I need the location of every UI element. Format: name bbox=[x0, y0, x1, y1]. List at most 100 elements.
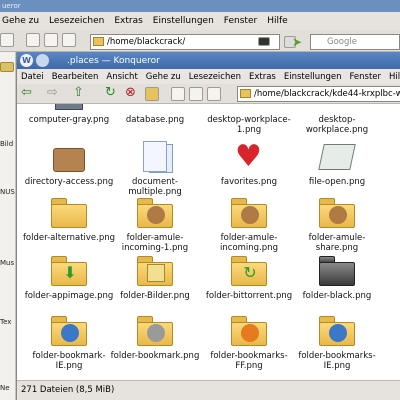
file-item[interactable]: folder-alternative.png bbox=[21, 196, 117, 243]
bg-menubar: Gehe zu Lesezeichen Extras Einstellungen… bbox=[0, 12, 400, 30]
menu-help[interactable]: Hilfe bbox=[389, 72, 400, 82]
file-item[interactable]: database.png bbox=[107, 104, 203, 125]
file-item[interactable]: directory-access.png bbox=[21, 140, 117, 187]
bg-side-label: NUS bbox=[0, 188, 15, 196]
heart-icon: ♥ bbox=[235, 139, 262, 174]
file-item[interactable]: ♥ favorites.png bbox=[201, 139, 297, 188]
folder-bookmarks-ff-icon bbox=[229, 314, 269, 348]
clear-address-icon[interactable] bbox=[258, 37, 270, 46]
fg-toolbar: ⇦ ⇨ ⇧ ↻ ⊗ /home/blackcrack/kde44-krxplbc… bbox=[17, 84, 400, 104]
view-tree-icon[interactable] bbox=[207, 87, 221, 101]
bg-search-field[interactable]: Google bbox=[310, 34, 400, 50]
file-item[interactable]: document-multiple.png bbox=[107, 140, 203, 197]
status-bar: 271 Dateien (8,5 MiB) bbox=[17, 380, 400, 400]
file-label: directory-access.png bbox=[24, 177, 114, 187]
file-item[interactable]: folder-bookmarks-FF.png bbox=[201, 314, 297, 371]
file-item[interactable]: folder-bookmarks-IE.png bbox=[289, 314, 385, 371]
file-label: computer-gray.png bbox=[28, 115, 110, 125]
file-item[interactable]: folder-amule-incoming-1.png bbox=[107, 196, 203, 253]
computer-icon bbox=[49, 104, 89, 112]
file-item[interactable]: folder-bookmark-IE.png bbox=[21, 314, 117, 371]
file-item[interactable]: ↻ folder-bittorrent.png bbox=[201, 254, 297, 301]
sidebar-folder-icon[interactable] bbox=[0, 62, 14, 72]
file-item[interactable]: folder-Bilder.png bbox=[107, 254, 203, 301]
file-item[interactable]: ⬇ folder-appimage.png bbox=[21, 254, 117, 301]
bg-menu-settings[interactable]: Einstellungen bbox=[153, 16, 214, 26]
file-item[interactable]: computer-gray.png bbox=[21, 104, 117, 125]
file-label: folder-bookmark-IE.png bbox=[32, 351, 106, 371]
folder-bittorrent-icon: ↻ bbox=[229, 254, 269, 288]
menu-bookmarks[interactable]: Lesezeichen bbox=[189, 72, 241, 82]
reload-icon[interactable]: ↻ bbox=[105, 85, 116, 100]
menu-tools[interactable]: Extras bbox=[249, 72, 276, 82]
file-label: folder-alternative.png bbox=[22, 233, 116, 243]
bg-menu-help[interactable]: Hilfe bbox=[267, 16, 287, 26]
file-label: folder-Bilder.png bbox=[120, 291, 190, 301]
menu-window[interactable]: Fenster bbox=[349, 72, 381, 82]
bg-view-icon[interactable] bbox=[0, 33, 14, 47]
menu-settings[interactable]: Einstellungen bbox=[284, 72, 342, 82]
menu-edit[interactable]: Bearbeiten bbox=[52, 72, 99, 82]
bg-menu-tools[interactable]: Extras bbox=[114, 16, 142, 26]
bg-address-text: /home/blackcrack/ bbox=[107, 37, 186, 47]
address-field[interactable]: /home/blackcrack/kde44-krxplbc-w bbox=[237, 86, 400, 102]
file-label: folder-amule-share.png bbox=[308, 233, 366, 253]
bg-menu-window[interactable]: Fenster bbox=[224, 16, 257, 26]
window-title: .places — Konqueror bbox=[67, 55, 160, 66]
file-label: folder-bittorrent.png bbox=[205, 291, 293, 301]
fg-menubar: Datei Bearbeiten Ansicht Gehe zu Lesezei… bbox=[17, 69, 400, 84]
foreground-window: W .places — Konqueror Datei Bearbeiten A… bbox=[16, 52, 400, 400]
file-label: folder-amule-incoming.png bbox=[220, 233, 278, 253]
file-label: database.png bbox=[125, 115, 185, 125]
bg-address-field[interactable]: /home/blackcrack/ bbox=[90, 34, 280, 50]
menu-view[interactable]: Ansicht bbox=[106, 72, 137, 82]
menu-goto[interactable]: Gehe zu bbox=[146, 72, 181, 82]
bg-side-label: Bild bbox=[0, 140, 14, 148]
folder-icon bbox=[240, 89, 251, 98]
search-placeholder: Google bbox=[327, 37, 357, 47]
file-label: document-multiple.png bbox=[128, 177, 182, 197]
bg-view-detail-icon[interactable] bbox=[44, 33, 58, 47]
file-label: desktop-workplace.png bbox=[305, 115, 369, 135]
go-arrow-icon[interactable]: ➤ bbox=[292, 35, 302, 49]
folder-amule-icon bbox=[317, 196, 357, 230]
file-item[interactable]: folder-bookmark.png bbox=[107, 314, 203, 361]
bg-toolbar: /home/blackcrack/ ➤ Google bbox=[0, 30, 400, 52]
view-detail-icon[interactable] bbox=[189, 87, 203, 101]
home-folder-icon[interactable] bbox=[145, 87, 159, 101]
desktop-icon bbox=[229, 104, 269, 112]
forward-icon[interactable]: ⇨ bbox=[47, 85, 58, 100]
file-label: folder-black.png bbox=[302, 291, 372, 301]
bg-side-label: Ne bbox=[0, 384, 10, 392]
pin-icon[interactable] bbox=[36, 54, 49, 67]
folder-icon bbox=[93, 37, 104, 46]
file-item[interactable]: desktop-workplace.png bbox=[289, 104, 385, 135]
folder-black-icon bbox=[317, 254, 357, 288]
folder-icon bbox=[49, 196, 89, 230]
folder-bookmark-ie-icon bbox=[49, 314, 89, 348]
window-menu-icon[interactable]: W bbox=[20, 54, 33, 67]
file-item[interactable]: folder-black.png bbox=[289, 254, 385, 301]
document-multiple-icon bbox=[135, 140, 175, 174]
folder-bookmark-icon bbox=[135, 314, 175, 348]
desktop-icon bbox=[317, 104, 357, 112]
bg-menu-bookmarks[interactable]: Lesezeichen bbox=[49, 16, 104, 26]
bg-view-tree-icon[interactable] bbox=[26, 33, 40, 47]
file-label: desktop-workplace-1.png bbox=[207, 115, 291, 135]
bg-menu-goto[interactable]: Gehe zu bbox=[2, 16, 39, 26]
bg-view-list-icon[interactable] bbox=[62, 33, 76, 47]
file-item[interactable]: desktop-workplace-1.png bbox=[201, 104, 297, 135]
file-item[interactable]: folder-amule-share.png bbox=[289, 196, 385, 253]
file-view: computer-gray.png database.png desktop-w… bbox=[17, 104, 400, 380]
back-icon[interactable]: ⇦ bbox=[21, 85, 32, 100]
file-label: folder-bookmarks-IE.png bbox=[298, 351, 376, 371]
view-icons-icon[interactable] bbox=[171, 87, 185, 101]
file-label: folder-bookmark.png bbox=[110, 351, 200, 361]
up-icon[interactable]: ⇧ bbox=[73, 85, 84, 100]
file-label: file-open.png bbox=[308, 177, 366, 187]
menu-file[interactable]: Datei bbox=[21, 72, 44, 82]
file-item[interactable]: file-open.png bbox=[289, 140, 385, 187]
file-item[interactable]: folder-amule-incoming.png bbox=[201, 196, 297, 253]
stop-icon[interactable]: ⊗ bbox=[125, 85, 136, 100]
file-label: favorites.png bbox=[220, 177, 278, 187]
